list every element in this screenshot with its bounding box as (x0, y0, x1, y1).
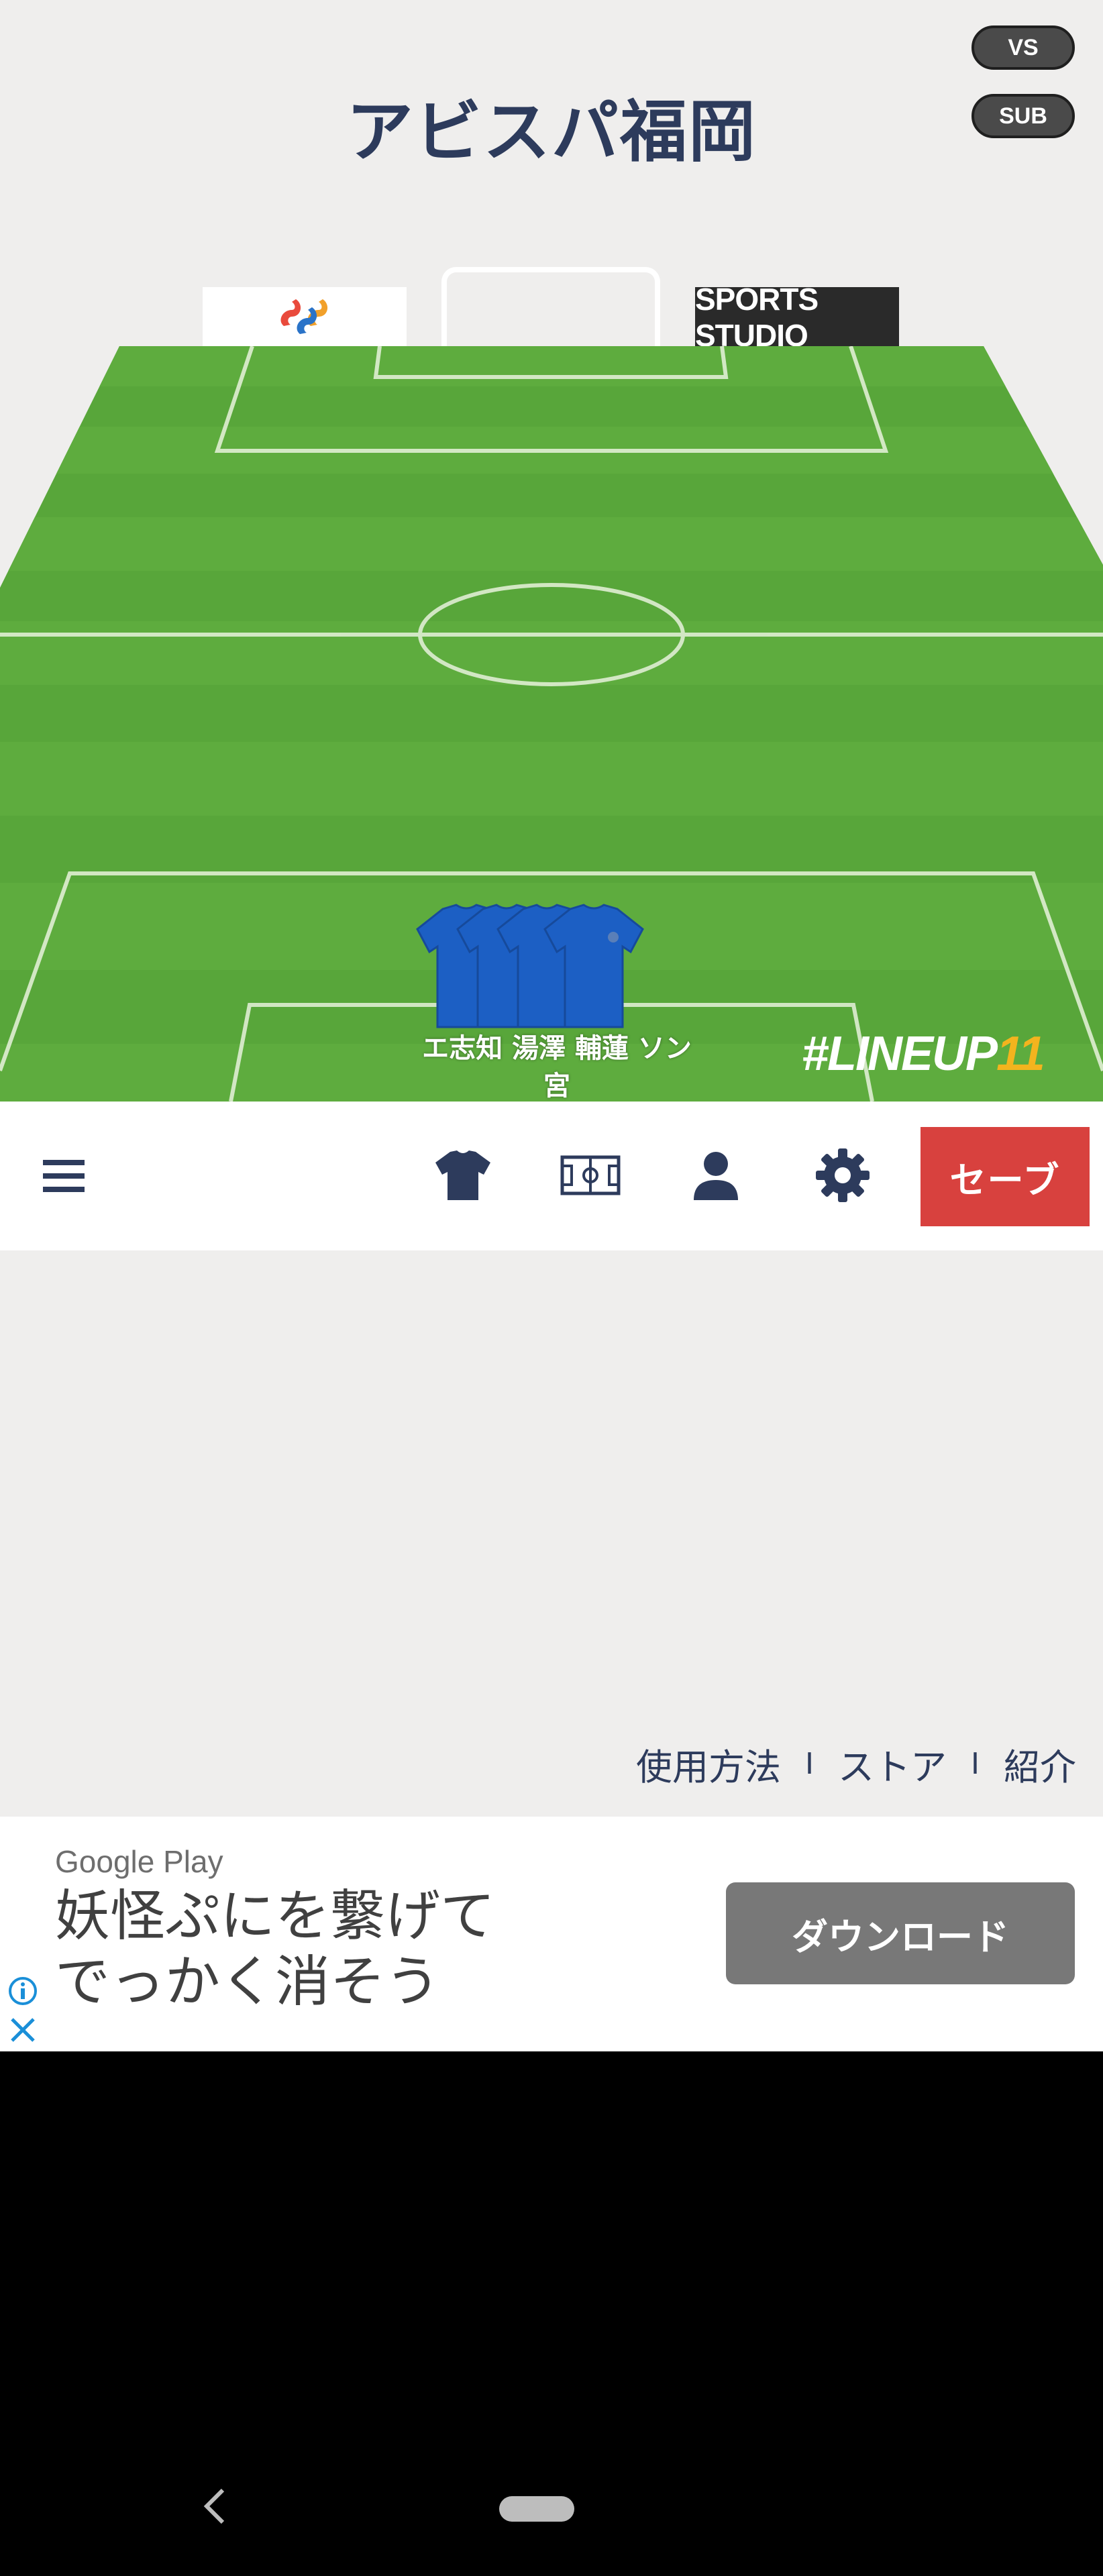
goal-frame (441, 267, 660, 354)
ad-text[interactable]: 妖怪ぷにを繋げて でっかく消そう (55, 1884, 659, 2015)
ad-source: Google Play (55, 1844, 223, 1879)
separator: I (805, 1747, 815, 1781)
ad-text-line1: 妖怪ぷにを繋げて (55, 1884, 496, 1948)
sponsor-board-right: SPORTS STUDIO (695, 282, 899, 353)
player-names-line2: 宮 (543, 1071, 570, 1102)
person-icon[interactable] (691, 1148, 741, 1202)
sponsor-board-left (203, 287, 407, 346)
ss-logo-icon (280, 299, 328, 334)
jersey-icon[interactable] (433, 1147, 492, 1203)
home-pill[interactable] (499, 2496, 574, 2522)
footer-links: 使用方法 I ストア I 紹介 (636, 1737, 1076, 1790)
separator: I (971, 1747, 980, 1781)
player-names: エ志知 湯澤 輔蓮 ソン 宮 (403, 1030, 711, 1105)
link-about[interactable]: 紹介 (1004, 1737, 1076, 1790)
close-icon[interactable] (7, 2014, 39, 2046)
player-jersey[interactable] (543, 902, 644, 1030)
lineup11-watermark: #LINEUP11 (802, 1026, 1045, 1081)
link-how-to-use[interactable]: 使用方法 (636, 1737, 781, 1790)
player-names-line1: エ志知 湯澤 輔蓮 ソン (422, 1033, 692, 1064)
vs-button[interactable]: VS (971, 25, 1075, 70)
info-icon[interactable] (8, 1976, 38, 2006)
field-icon[interactable] (558, 1152, 623, 1198)
watermark-prefix: #LINEUP (802, 1027, 998, 1081)
team-title: アビスパ福岡 (346, 93, 757, 171)
save-button[interactable]: セーブ (921, 1127, 1090, 1226)
ad-download-button[interactable]: ダウンロード (726, 1882, 1075, 1984)
ad-text-line2: でっかく消そう (55, 1950, 441, 2014)
back-icon[interactable] (199, 2486, 232, 2526)
hamburger-icon[interactable] (39, 1152, 89, 1199)
watermark-number: 11 (996, 1027, 1045, 1081)
gear-icon[interactable] (815, 1147, 871, 1203)
sub-button[interactable]: SUB (971, 94, 1075, 138)
link-store[interactable]: ストア (838, 1737, 947, 1790)
